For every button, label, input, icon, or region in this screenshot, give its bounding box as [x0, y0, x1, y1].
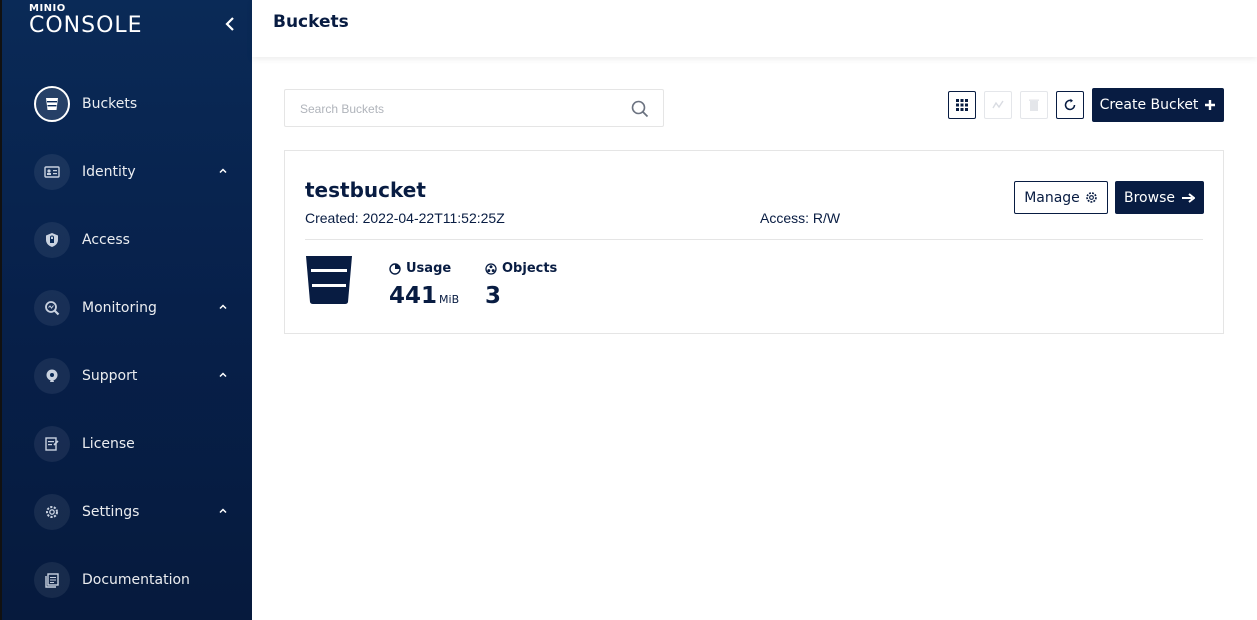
sidebar-item-label: Documentation: [82, 572, 190, 588]
grid-icon: [956, 99, 968, 111]
chevron-up-icon: [219, 372, 227, 378]
identity-icon: [34, 154, 70, 190]
page-title: Buckets: [273, 12, 349, 32]
search-icon[interactable]: [631, 100, 649, 118]
delete-button[interactable]: [1020, 91, 1048, 119]
sidebar-item-license[interactable]: License: [34, 424, 244, 464]
usage-icon: [389, 262, 401, 275]
support-icon: [34, 358, 70, 394]
sidebar-item-label: Identity: [82, 164, 136, 180]
create-bucket-button[interactable]: Create Bucket: [1092, 88, 1224, 122]
gear-icon: [1086, 192, 1097, 203]
sidebar-item-identity[interactable]: Identity: [34, 152, 244, 192]
chevron-up-icon: [219, 508, 227, 514]
collapse-chevron-icon: [225, 17, 234, 31]
usage-label-text: Usage: [406, 261, 452, 276]
sidebar-item-documentation[interactable]: Documentation: [34, 560, 244, 600]
objects-label-text: Objects: [502, 261, 558, 276]
refresh-button[interactable]: [1056, 91, 1084, 119]
replication-icon: [992, 100, 1004, 109]
plus-icon: [1205, 100, 1216, 110]
bucket-icon: [306, 256, 352, 304]
refresh-icon: [1064, 98, 1076, 111]
create-bucket-label: Create Bucket: [1099, 97, 1199, 113]
sidebar-item-settings[interactable]: Settings: [34, 492, 244, 532]
access-icon: [34, 222, 70, 258]
delete-icon: [1029, 99, 1039, 111]
select-multiple-button[interactable]: [948, 91, 976, 119]
sidebar-item-support[interactable]: Support: [34, 356, 244, 396]
sidebar-item-label: Access: [82, 232, 130, 248]
card-divider: [305, 239, 1203, 240]
replication-button[interactable]: [984, 91, 1012, 119]
browse-label: Browse: [1124, 189, 1175, 206]
manage-button[interactable]: Manage: [1014, 181, 1108, 214]
browse-button[interactable]: Browse: [1115, 181, 1204, 214]
usage-number: 441: [389, 283, 438, 309]
sidebar: MINIO CONSOLE Buckets Identity Access Mo…: [0, 0, 252, 620]
collapse-sidebar-button[interactable]: [221, 14, 239, 34]
sidebar-item-label: License: [82, 436, 135, 452]
sidebar-item-label: Settings: [82, 504, 140, 520]
settings-icon: [34, 494, 70, 530]
objects-value: 3: [485, 283, 502, 309]
sidebar-item-buckets[interactable]: Buckets: [34, 84, 244, 124]
sidebar-item-label: Monitoring: [82, 300, 157, 316]
page-header: Buckets: [252, 0, 1257, 57]
usage-value: 441 MiB: [389, 283, 459, 309]
bucket-access: Access: R/W: [760, 210, 841, 226]
bucket-card[interactable]: testbucket Created: 2022-04-22T11:52:25Z…: [284, 150, 1224, 334]
sidebar-item-label: Buckets: [82, 96, 138, 112]
usage-label: Usage: [389, 261, 451, 276]
objects-label: Objects: [485, 261, 557, 276]
manage-label: Manage: [1024, 189, 1080, 206]
arrow-right-icon: [1181, 192, 1195, 203]
sidebar-item-monitoring[interactable]: Monitoring: [34, 288, 244, 328]
objects-icon: [485, 262, 497, 275]
logo-product: CONSOLE: [29, 13, 143, 38]
search-input[interactable]: [300, 99, 620, 119]
sidebar-item-access[interactable]: Access: [34, 220, 244, 260]
monitoring-icon: [34, 290, 70, 326]
license-icon: [34, 426, 70, 462]
sidebar-item-label: Support: [82, 368, 138, 384]
bucket-created-date: Created: 2022-04-22T11:52:25Z: [305, 210, 505, 226]
bucket-icon: [34, 86, 70, 122]
chevron-up-icon: [219, 304, 227, 310]
chevron-up-icon: [219, 168, 227, 174]
usage-unit: MiB: [439, 293, 460, 306]
logo: MINIO CONSOLE: [29, 4, 143, 38]
search-box: [284, 89, 664, 127]
bucket-name[interactable]: testbucket: [305, 178, 426, 202]
documentation-icon: [34, 562, 70, 598]
